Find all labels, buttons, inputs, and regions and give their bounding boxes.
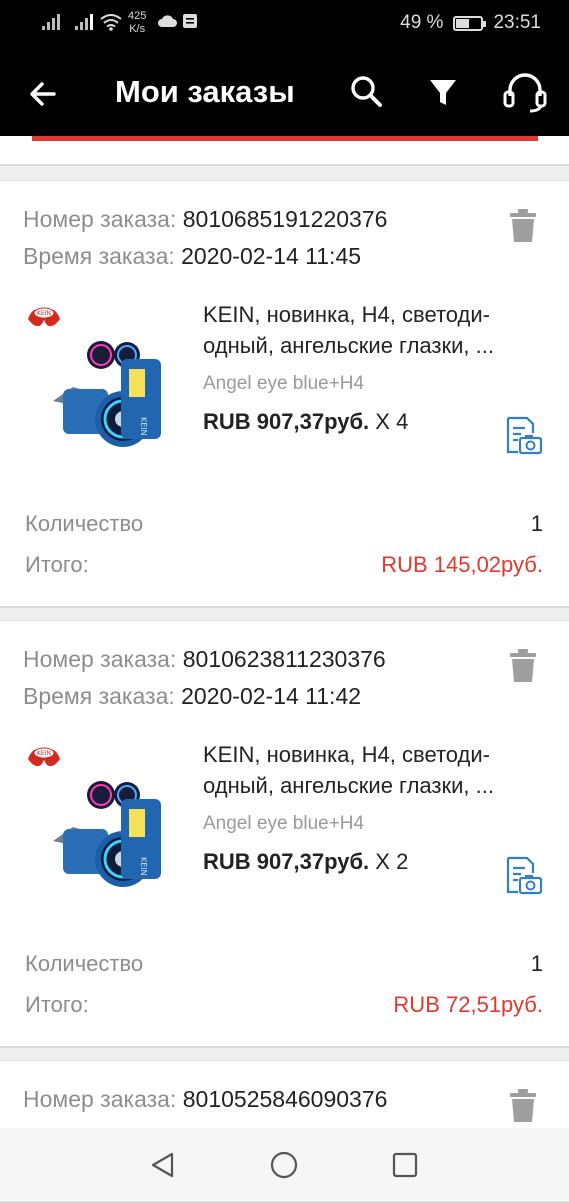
status-bar: 425 K/s 49 % 23:51 xyxy=(0,0,569,50)
top-bar: 425 K/s 49 % 23:51 Мои заказы xyxy=(0,0,569,136)
order-number: 8010685191220376 xyxy=(182,206,388,232)
total-value: RUB 145,02руб. xyxy=(381,552,543,577)
order-number-row: Номер заказа: 8010623811230376 xyxy=(23,646,386,673)
order-number-label: Номер заказа: xyxy=(23,1086,177,1112)
notification-icon xyxy=(183,14,197,28)
nav-recents-icon[interactable] xyxy=(390,1150,420,1180)
system-nav-bar xyxy=(0,1128,569,1200)
svg-text:KEIN: KEIN xyxy=(139,417,148,436)
quantity-label: Количество xyxy=(25,951,144,976)
nav-home-icon[interactable] xyxy=(269,1150,299,1180)
photo-review-icon[interactable] xyxy=(505,416,543,456)
battery-icon xyxy=(453,15,487,31)
order-number-label: Номер заказа: xyxy=(23,646,177,672)
order-time-label: Время заказа: xyxy=(23,243,175,269)
quantity-value: 1 xyxy=(530,951,543,976)
back-arrow-icon[interactable] xyxy=(24,74,64,114)
price-row: RUB 907,37руб. X 2 xyxy=(203,849,408,875)
order-number-row: Номер заказа: 8010525846090376 xyxy=(23,1086,387,1113)
order-number: 8010623811230376 xyxy=(182,646,386,672)
total-label: Итого: xyxy=(25,992,89,1017)
quantity-label: Количество xyxy=(25,511,144,536)
total-label: Итого: xyxy=(25,552,89,577)
search-icon[interactable] xyxy=(347,72,387,112)
price-row: RUB 907,37руб. X 4 xyxy=(203,409,408,435)
product-name[interactable]: KEIN, новинка, H4, светоди- одный, ангел… xyxy=(203,299,548,361)
app-bar: Мои заказы xyxy=(0,50,569,136)
cloud-icon xyxy=(158,15,177,27)
quantity-value: 1 xyxy=(530,511,543,536)
order-time-row: Время заказа: 2020-02-14 11:45 xyxy=(23,243,361,270)
unit-price: RUB 907,37руб. xyxy=(203,409,370,434)
order-time: 2020-02-14 11:45 xyxy=(181,243,362,269)
product-variant: Angel eye blue+H4 xyxy=(203,373,365,394)
svg-text:KEIN: KEIN xyxy=(37,750,51,757)
item-count: X 2 xyxy=(375,849,409,874)
svg-text:KEIN: KEIN xyxy=(37,310,51,317)
svg-text:KEIN: KEIN xyxy=(139,857,148,876)
network-speed: 425 K/s xyxy=(128,10,147,35)
product-variant: Angel eye blue+H4 xyxy=(203,813,365,834)
order-number-label: Номер заказа: xyxy=(23,206,177,232)
item-count: X 4 xyxy=(375,409,409,434)
trash-icon[interactable] xyxy=(510,1089,536,1123)
clock: 23:51 xyxy=(493,12,541,33)
product-name[interactable]: KEIN, новинка, H4, светоди- одный, ангел… xyxy=(203,739,548,801)
product-image[interactable]: KEIN KEIN xyxy=(23,739,183,899)
order-number-row: Номер заказа: 8010685191220376 xyxy=(23,206,387,233)
signal-icon xyxy=(75,14,95,30)
product-image[interactable]: KEIN KEIN xyxy=(23,299,183,459)
order-time: 2020-02-14 11:42 xyxy=(181,683,362,709)
order-time-row: Время заказа: 2020-02-14 11:42 xyxy=(23,683,361,710)
status-right: 49 % 23:51 xyxy=(400,12,541,34)
support-headset-icon[interactable] xyxy=(502,70,548,114)
wifi-icon xyxy=(100,14,122,31)
trash-icon[interactable] xyxy=(510,649,536,683)
page-title: Мои заказы xyxy=(115,74,295,109)
trash-icon[interactable] xyxy=(510,209,536,243)
unit-price: RUB 907,37руб. xyxy=(203,849,370,874)
total-value: RUB 72,51руб. xyxy=(393,992,543,1017)
order-card[interactable]: Номер заказа: 8010685191220376 Время зак… xyxy=(0,180,569,608)
nav-back-icon[interactable] xyxy=(148,1150,178,1180)
order-number: 8010525846090376 xyxy=(182,1086,388,1112)
filter-icon[interactable] xyxy=(423,72,463,112)
battery-percent: 49 % xyxy=(400,12,444,33)
signal-icon xyxy=(42,14,62,30)
photo-review-icon[interactable] xyxy=(505,856,543,896)
order-card[interactable]: Номер заказа: 8010623811230376 Время зак… xyxy=(0,620,569,1048)
order-time-label: Время заказа: xyxy=(23,683,175,709)
accent-divider xyxy=(32,136,538,141)
